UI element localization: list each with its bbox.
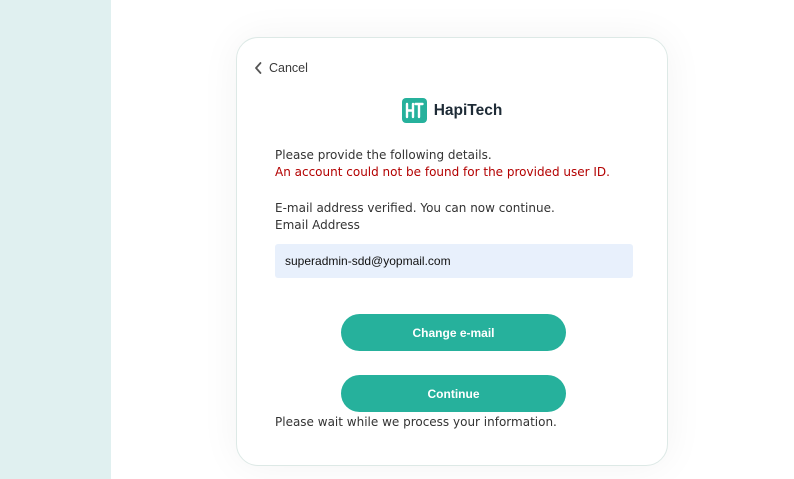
brand-logo: HapiTech (237, 98, 667, 123)
side-panel (0, 0, 111, 479)
change-email-button[interactable]: Change e-mail (341, 314, 566, 351)
email-field[interactable]: superadmin-sdd@yopmail.com (275, 244, 633, 278)
email-label: Email Address (275, 218, 360, 232)
verification-card: Cancel HapiTech Please provide the follo… (236, 37, 668, 466)
verified-message: E-mail address verified. You can now con… (275, 201, 555, 215)
continue-button[interactable]: Continue (341, 375, 566, 412)
brand-name: HapiTech (433, 101, 503, 119)
cancel-link[interactable]: Cancel (253, 60, 308, 76)
intro-text: Please provide the following details. (275, 148, 492, 162)
wait-message: Please wait while we process your inform… (275, 415, 557, 429)
hapitech-logo-icon (401, 98, 427, 123)
cancel-label: Cancel (269, 61, 308, 75)
chevron-left-icon (255, 62, 262, 74)
error-message: An account could not be found for the pr… (275, 165, 610, 179)
